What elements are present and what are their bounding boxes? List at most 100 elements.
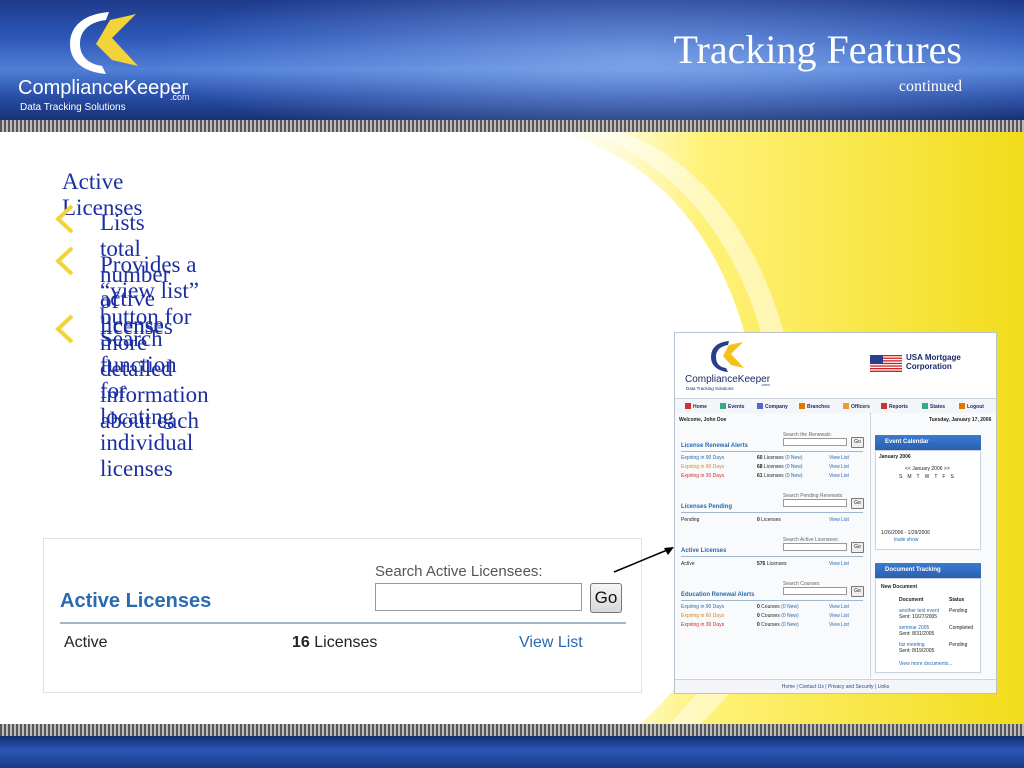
doc-status: Completed [949,625,974,631]
nav-company[interactable]: Company [757,403,788,410]
chevron-bullet-icon [55,246,74,276]
view-list-link[interactable]: View List [829,613,849,619]
license-count: 16 [292,634,310,651]
renewal-title: License Renewal Alerts [681,443,748,449]
view-list-link[interactable]: View List [829,455,849,461]
go-button[interactable]: Go [590,583,622,613]
section-divider [60,622,626,624]
nav-logout[interactable]: Logout [959,403,984,410]
compliancekeeper-logo: ComplianceKeeper .com Data Tracking Solu… [18,12,190,113]
calendar-weekdays: SMTWTFS [899,474,959,480]
renewal-search-input[interactable] [783,438,847,446]
renewal-go-button[interactable]: Go [851,437,864,448]
education-search-input[interactable] [783,587,847,595]
welcome-text: Welcome, John Doe [679,417,727,423]
svg-text:ComplianceKeeper: ComplianceKeeper [18,77,188,99]
company-name: USA Mortgage Corporation [906,353,961,371]
search-active-licensees-input[interactable] [375,583,582,611]
divider [681,512,863,513]
footer-stripe [0,724,1024,736]
slide-title: Tracking Features [673,27,962,72]
row-count: 60 Licenses (0 New) [757,455,803,461]
view-list-link[interactable]: View List [519,634,583,652]
view-list-link[interactable]: View List [829,464,849,470]
svg-text:Data Tracking Solutions: Data Tracking Solutions [20,102,126,113]
us-flag-icon [870,355,902,372]
nav-states[interactable]: States [922,403,945,410]
view-list-link[interactable]: View List [829,517,849,523]
header-stripe [0,120,1024,132]
doc-sent: Sent: 8/31/2005 [899,631,935,637]
mini-footer-links[interactable]: Home | Contact Us | Privacy and Security… [675,679,996,693]
row-count: 0 Courses (0 New) [757,613,799,619]
doc-col-status: Status [949,597,965,603]
view-list-link[interactable]: View List [829,561,849,567]
row-label: Expiring in 90 Days [681,604,725,610]
nav-home[interactable]: Home [685,403,707,410]
calendar-month: January 2006 [879,454,911,460]
view-list-link[interactable]: View List [829,622,849,628]
row-label: Expiring in 90 Days [681,455,725,461]
pointer-arrow [613,547,674,573]
svg-text:.com: .com [761,382,770,387]
current-date: Tuesday, January 17, 2006 [929,417,992,423]
document-tracking-header: Document Tracking [875,563,981,578]
row-count: 0 Courses (0 New) [757,622,799,628]
active-licenses-title: Active Licenses [60,590,212,612]
svg-text:Data Tracking Solutions: Data Tracking Solutions [686,386,734,391]
nav-reports[interactable]: Reports [881,403,908,410]
calendar-nav[interactable]: << January 2006 >> [905,466,950,472]
doc-status: Pending [949,608,968,614]
pending-go-button[interactable]: Go [851,498,864,509]
doc-sent: Sent: 8/19/2005 [899,648,935,654]
app-screenshot: ComplianceKeeper .com Data Tracking Solu… [674,332,997,694]
row-count: 576 Licenses [757,561,787,567]
new-document-link[interactable]: New Document [881,584,917,590]
doc-col-document: Document [899,597,924,603]
active-search-input[interactable] [783,543,847,551]
row-label: Active [681,561,695,567]
event-link[interactable]: trade show [894,537,918,543]
view-list-link[interactable]: View List [829,604,849,610]
row-label: Expiring in 60 Days [681,613,725,619]
pending-search-input[interactable] [783,499,847,507]
row-count: 0 Licenses [757,517,781,523]
nav-events[interactable]: Events [720,403,744,410]
mini-logo: ComplianceKeeper .com Data Tracking Solu… [685,341,771,391]
pending-title: Licenses Pending [681,504,733,510]
row-count: 0 Courses (0 New) [757,604,799,610]
svg-text:ComplianceKeeper: ComplianceKeeper [685,374,771,385]
row-label: Expiring in 30 Days [681,473,725,479]
row-count: 68 Licenses (0 New) [757,464,803,470]
event-range: 1/26/2006 - 1/29/2006 [881,530,930,536]
svg-text:.com: .com [170,92,190,102]
license-unit: Licenses [314,634,378,651]
chevron-bullet-icon [55,314,74,344]
footer-bar [0,736,1024,768]
divider [681,556,863,557]
nav-officers[interactable]: Officers [843,403,870,410]
row-count: 61 Licenses (0 New) [757,473,803,479]
view-list-link[interactable]: View List [829,473,849,479]
slide-subtitle: continued [898,78,962,95]
row-count: 16 Licenses [292,634,377,652]
event-calendar-header: Event Calendar [875,435,981,450]
active-licenses-zoom: Search Active Licensees: Go Active Licen… [43,538,642,693]
divider [681,600,863,601]
mini-nav-bar: Home Events Company Branches Officers Re… [675,398,996,414]
row-label: Expiring in 30 Days [681,622,725,628]
mini-right-column: Tuesday, January 17, 2006 Event Calendar… [870,413,996,678]
divider [681,451,863,452]
education-go-button[interactable]: Go [851,586,864,597]
view-more-documents-link[interactable]: View more documents... [899,661,953,667]
row-status: Active [64,634,108,651]
search-label: Search Active Licensees: [375,563,543,580]
nav-branches[interactable]: Branches [799,403,830,410]
doc-sent: Sent: 10/27/2005 [899,614,938,620]
row-label: Expiring in 60 Days [681,464,725,470]
row-label: Pending [681,517,700,523]
active-go-button[interactable]: Go [851,542,864,553]
doc-status: Pending [949,642,968,648]
mini-left-column: Welcome, John Doe Search the Renewals: G… [675,413,869,678]
active-title: Active Licenses [681,548,727,554]
